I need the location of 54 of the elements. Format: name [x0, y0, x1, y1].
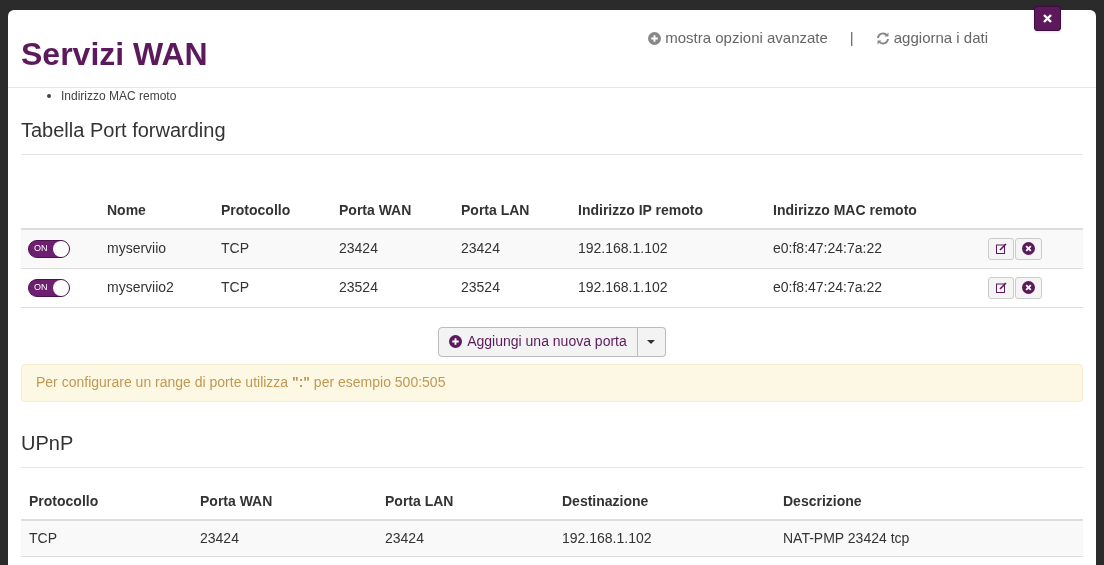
table-cell: TCP [221, 268, 339, 307]
table-cell: 23424 [461, 229, 578, 268]
remove-icon [1022, 281, 1035, 294]
column-header: Indirizzo MAC remoto [773, 193, 988, 229]
plus-circle-icon [648, 31, 662, 45]
list-item: Indirizzo MAC remoto [61, 88, 177, 105]
column-header: Descrizione [783, 483, 1083, 520]
delete-button[interactable] [1015, 237, 1042, 260]
dropdown-button[interactable] [637, 326, 666, 357]
table-cell: TCP [221, 229, 339, 268]
table-cell: 23424 [385, 519, 562, 557]
plus-circle-icon [449, 335, 463, 348]
table-cell: e0:f8:47:24:7a:22 [773, 229, 988, 268]
caret-icon [647, 339, 656, 344]
close-button[interactable] [1034, 6, 1061, 31]
table-cell: 23524 [461, 268, 578, 307]
refresh-link[interactable]: aggiorna i dati [875, 27, 988, 50]
modal-title: Servizi WAN [21, 35, 208, 74]
column-header: Porta LAN [385, 483, 562, 520]
table-cell: NAT-PMP 23424 tcp [783, 519, 1083, 557]
column-header: Porta WAN [339, 193, 461, 229]
table-cell: myserviio2 [107, 268, 221, 307]
table-cell: 23424 [339, 229, 461, 268]
advanced-options-link[interactable]: mostra opzioni avanzate [648, 27, 828, 50]
remove-icon [1022, 242, 1035, 256]
table-cell: TCP [21, 519, 200, 557]
add-port-button[interactable]: Aggiungi una nuova porta [438, 326, 638, 357]
table-cell: myserviio [107, 229, 221, 268]
table-cell: 192.168.1.102 [578, 229, 773, 268]
toggle-switch[interactable]: ON [28, 239, 70, 258]
refresh-icon [875, 31, 890, 45]
column-header: Protocollo [21, 483, 200, 520]
edit-icon [995, 282, 1007, 293]
close-icon [1043, 14, 1052, 23]
separator: | [849, 28, 854, 48]
column-header: Destinazione [562, 483, 783, 520]
table-cell: 192.168.1.102 [562, 519, 783, 557]
column-header: Porta WAN [200, 483, 385, 520]
section-heading: UPnP [21, 427, 1083, 468]
column-header: Porta LAN [461, 193, 578, 229]
table-cell: e0:f8:47:24:7a:22 [773, 268, 988, 307]
column-header: Protocollo [221, 193, 339, 229]
toggle-switch[interactable]: ON [28, 278, 70, 297]
table-cell: 192.168.1.102 [578, 268, 773, 307]
edit-button[interactable] [988, 276, 1014, 299]
edit-button[interactable] [988, 237, 1014, 260]
column-header: Nome [107, 193, 221, 229]
hint-alert: Per configurare un range di porte utilizza ":" per esempio 500:505 [21, 363, 1083, 402]
delete-button[interactable] [1015, 276, 1042, 299]
table-cell: 23424 [200, 519, 385, 557]
edit-icon [995, 243, 1007, 255]
column-header: Indirizzo IP remoto [578, 193, 773, 229]
table-cell: 23524 [339, 268, 461, 307]
section-heading: Tabella Port forwarding [21, 115, 1083, 155]
